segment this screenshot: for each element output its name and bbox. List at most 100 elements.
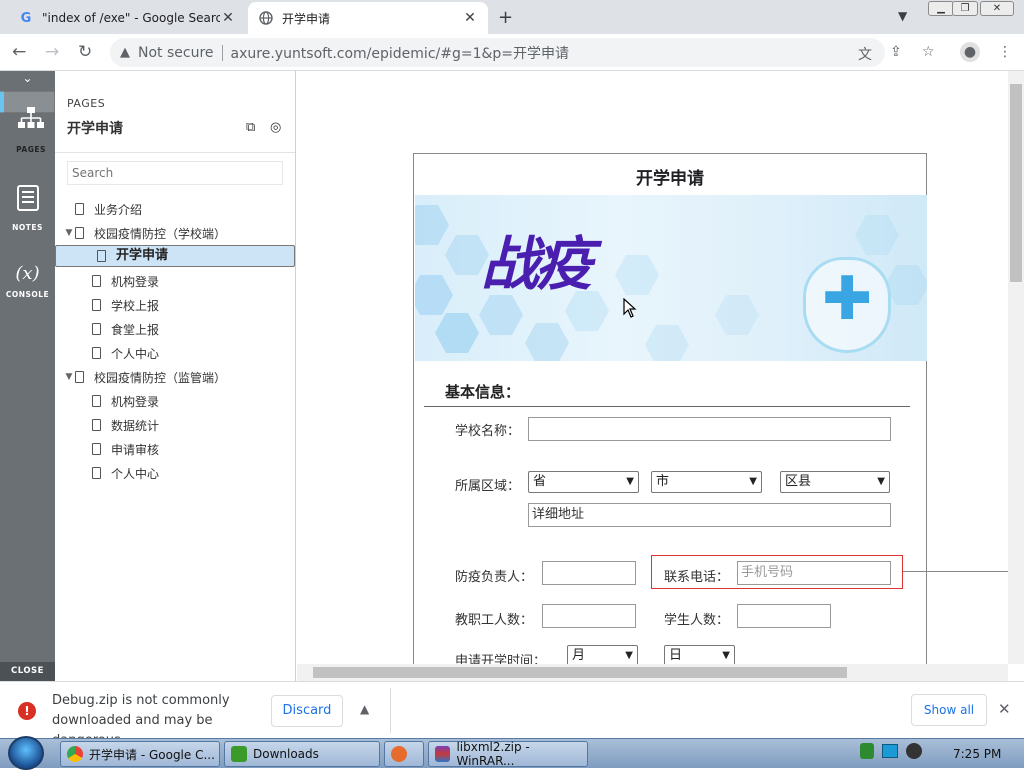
rail-label: CONSOLE [5,290,50,299]
window-close-button[interactable]: ✕ [980,1,1014,16]
bookmark-star-icon[interactable]: ☆ [922,44,935,60]
scrollbar-thumb[interactable] [1010,84,1022,282]
tab-close-icon[interactable]: ✕ [462,10,478,26]
minimize-button[interactable]: ▁ [928,1,954,16]
page-document-icon [92,443,101,455]
system-clock[interactable]: 7:25 PM [953,747,1001,761]
system-tray [860,743,922,759]
back-arrow-icon[interactable]: ← [12,42,26,62]
tab-close-icon[interactable]: ✕ [220,10,236,26]
page-tree-item[interactable]: 开学申请 [55,245,295,267]
close-panel-button[interactable]: CLOSE [0,662,55,681]
translate-icon[interactable]: 文 [858,44,872,64]
sitemap-icon [8,106,54,134]
page-tree-item[interactable]: 申请审核 [55,437,295,461]
axure-sidebar-rail: ⌄ PAGES NOTES (x) CONSOLE CLOSE [0,71,55,681]
student-count-input[interactable] [737,604,831,628]
browser-toolbar: ← → ↻ ▲ Not secure axure.yuntsoft.com/ep… [0,34,1024,71]
start-time-label: 申请开学时间： [455,654,547,664]
taskbar-button-label: libxml2.zip - WinRAR... [456,740,530,768]
page-tree-item[interactable]: 机构登录 [55,389,295,413]
download-arrow-icon [231,746,247,762]
month-select[interactable]: 月 ▼ [567,645,638,664]
collapse-chevron-icon[interactable]: ⌄ [0,71,55,91]
page-tree-item[interactable]: 个人中心 [55,461,295,485]
maximize-button[interactable]: ❐ [952,1,978,16]
page-tree-item[interactable]: 食堂上报 [55,317,295,341]
rail-console-tab[interactable]: (x) CONSOLE [0,249,55,325]
expand-triangle-icon[interactable]: ▼ [63,228,75,238]
page-tree-item[interactable]: 数据统计 [55,413,295,437]
expand-triangle-icon[interactable]: ▼ [63,372,75,382]
taskbar-media-button[interactable] [384,741,424,767]
page-tree-item[interactable]: 个人中心 [55,341,295,365]
page-tree-item[interactable]: ▼ 校园疫情防控（监管端） [55,365,295,389]
city-select[interactable]: 市 ▼ [651,471,762,493]
prototype-canvas: 开学申请 战疫 ✚ 基本信息： 学校名称： 所属区域： 省 ▼ 市 ▼ 区县 ▼ 详细… [297,71,1008,664]
medical-shield-icon: ✚ [803,257,891,353]
page-document-icon [92,395,101,407]
tab-google-search[interactable]: G "index of /exe" - Google Search ✕ [8,2,246,34]
detailed-address-input[interactable]: 详细地址 [528,503,891,527]
page-tree-label: 业务介绍 [94,202,143,217]
chevron-down-icon: ▼ [877,476,885,487]
volume-icon[interactable] [906,743,922,759]
omnibox-divider [221,44,223,61]
discard-button[interactable]: Discard [271,695,343,727]
province-select[interactable]: 省 ▼ [528,471,639,493]
reload-icon[interactable]: ↻ [78,42,92,62]
person-in-charge-input[interactable] [542,561,636,585]
chrome-icon [67,746,83,762]
security-shield-icon[interactable] [860,743,874,759]
page-tree-label: 校园疫情防控（学校端） [94,226,227,241]
page-tree-item[interactable]: 学校上报 [55,293,295,317]
banner-title: 战疫 [481,230,593,298]
show-all-button[interactable]: Show all [911,694,987,726]
warning-triangle-icon[interactable]: ▲ [120,45,130,60]
forward-arrow-icon[interactable]: → [45,42,59,62]
tab-active-page[interactable]: 开学申请 ✕ [248,2,488,34]
page-tree-item[interactable]: 业务介绍 [55,197,295,221]
rail-pages-tab[interactable]: PAGES [0,91,55,154]
rail-label: NOTES [12,223,43,232]
scrollbar-thumb[interactable] [313,667,847,678]
globe-icon [258,10,274,26]
locate-page-icon[interactable]: ◎ [270,120,281,135]
taskbar-winrar-button[interactable]: libxml2.zip - WinRAR... [428,740,588,768]
school-name-label: 学校名称： [455,424,521,439]
menu-kebab-icon[interactable]: ⋮ [998,44,1012,60]
rail-notes-tab[interactable]: NOTES [0,171,55,247]
page-search-input[interactable] [67,161,283,185]
open-external-icon[interactable]: ⧉ [246,120,255,135]
county-select[interactable]: 区县 ▼ [780,471,890,493]
chevron-up-icon[interactable]: ▲ [360,702,369,716]
new-tab-button[interactable]: + [498,7,513,28]
start-button[interactable] [8,736,44,770]
danger-alert-icon: ! [18,702,36,720]
url-text[interactable]: axure.yuntsoft.com/epidemic/#g=1&p=开学申请 [231,43,570,63]
section-divider [424,406,910,407]
close-download-bar-icon[interactable]: ✕ [998,700,1011,718]
vertical-scrollbar[interactable] [1008,71,1024,664]
chevron-down-icon: ▼ [625,650,633,661]
taskbar-button-label: 开学申请 - Google C... [89,747,215,762]
share-icon[interactable]: ⇪ [890,44,902,60]
page-tree-item[interactable]: ▼ 校园疫情防控（学校端） [55,221,295,245]
pages-panel: PAGES 开学申请 ⧉ ◎ 业务介绍▼校园疫情防控（学校端）开学申请机构登录学… [55,71,296,681]
profile-avatar-icon[interactable]: ● [960,42,980,62]
banner-image: 战疫 ✚ [415,195,927,361]
security-label[interactable]: Not secure [138,45,214,61]
tab-title: 开学申请 [282,11,331,26]
staff-count-input[interactable] [542,604,636,628]
page-tree-item[interactable]: 机构登录 [55,269,295,293]
network-icon[interactable] [882,744,898,758]
region-label: 所属区域： [455,479,521,494]
day-select[interactable]: 日 ▼ [664,645,735,664]
taskbar-downloads-button[interactable]: Downloads [224,741,380,767]
page-document-icon [97,250,106,262]
address-bar[interactable]: ▲ Not secure axure.yuntsoft.com/epidemic… [110,38,885,67]
horizontal-scrollbar[interactable] [297,664,1008,681]
tab-search-chevron-icon[interactable]: ▼ [898,9,907,23]
school-name-input[interactable] [528,417,891,441]
taskbar-chrome-button[interactable]: 开学申请 - Google C... [60,741,220,767]
